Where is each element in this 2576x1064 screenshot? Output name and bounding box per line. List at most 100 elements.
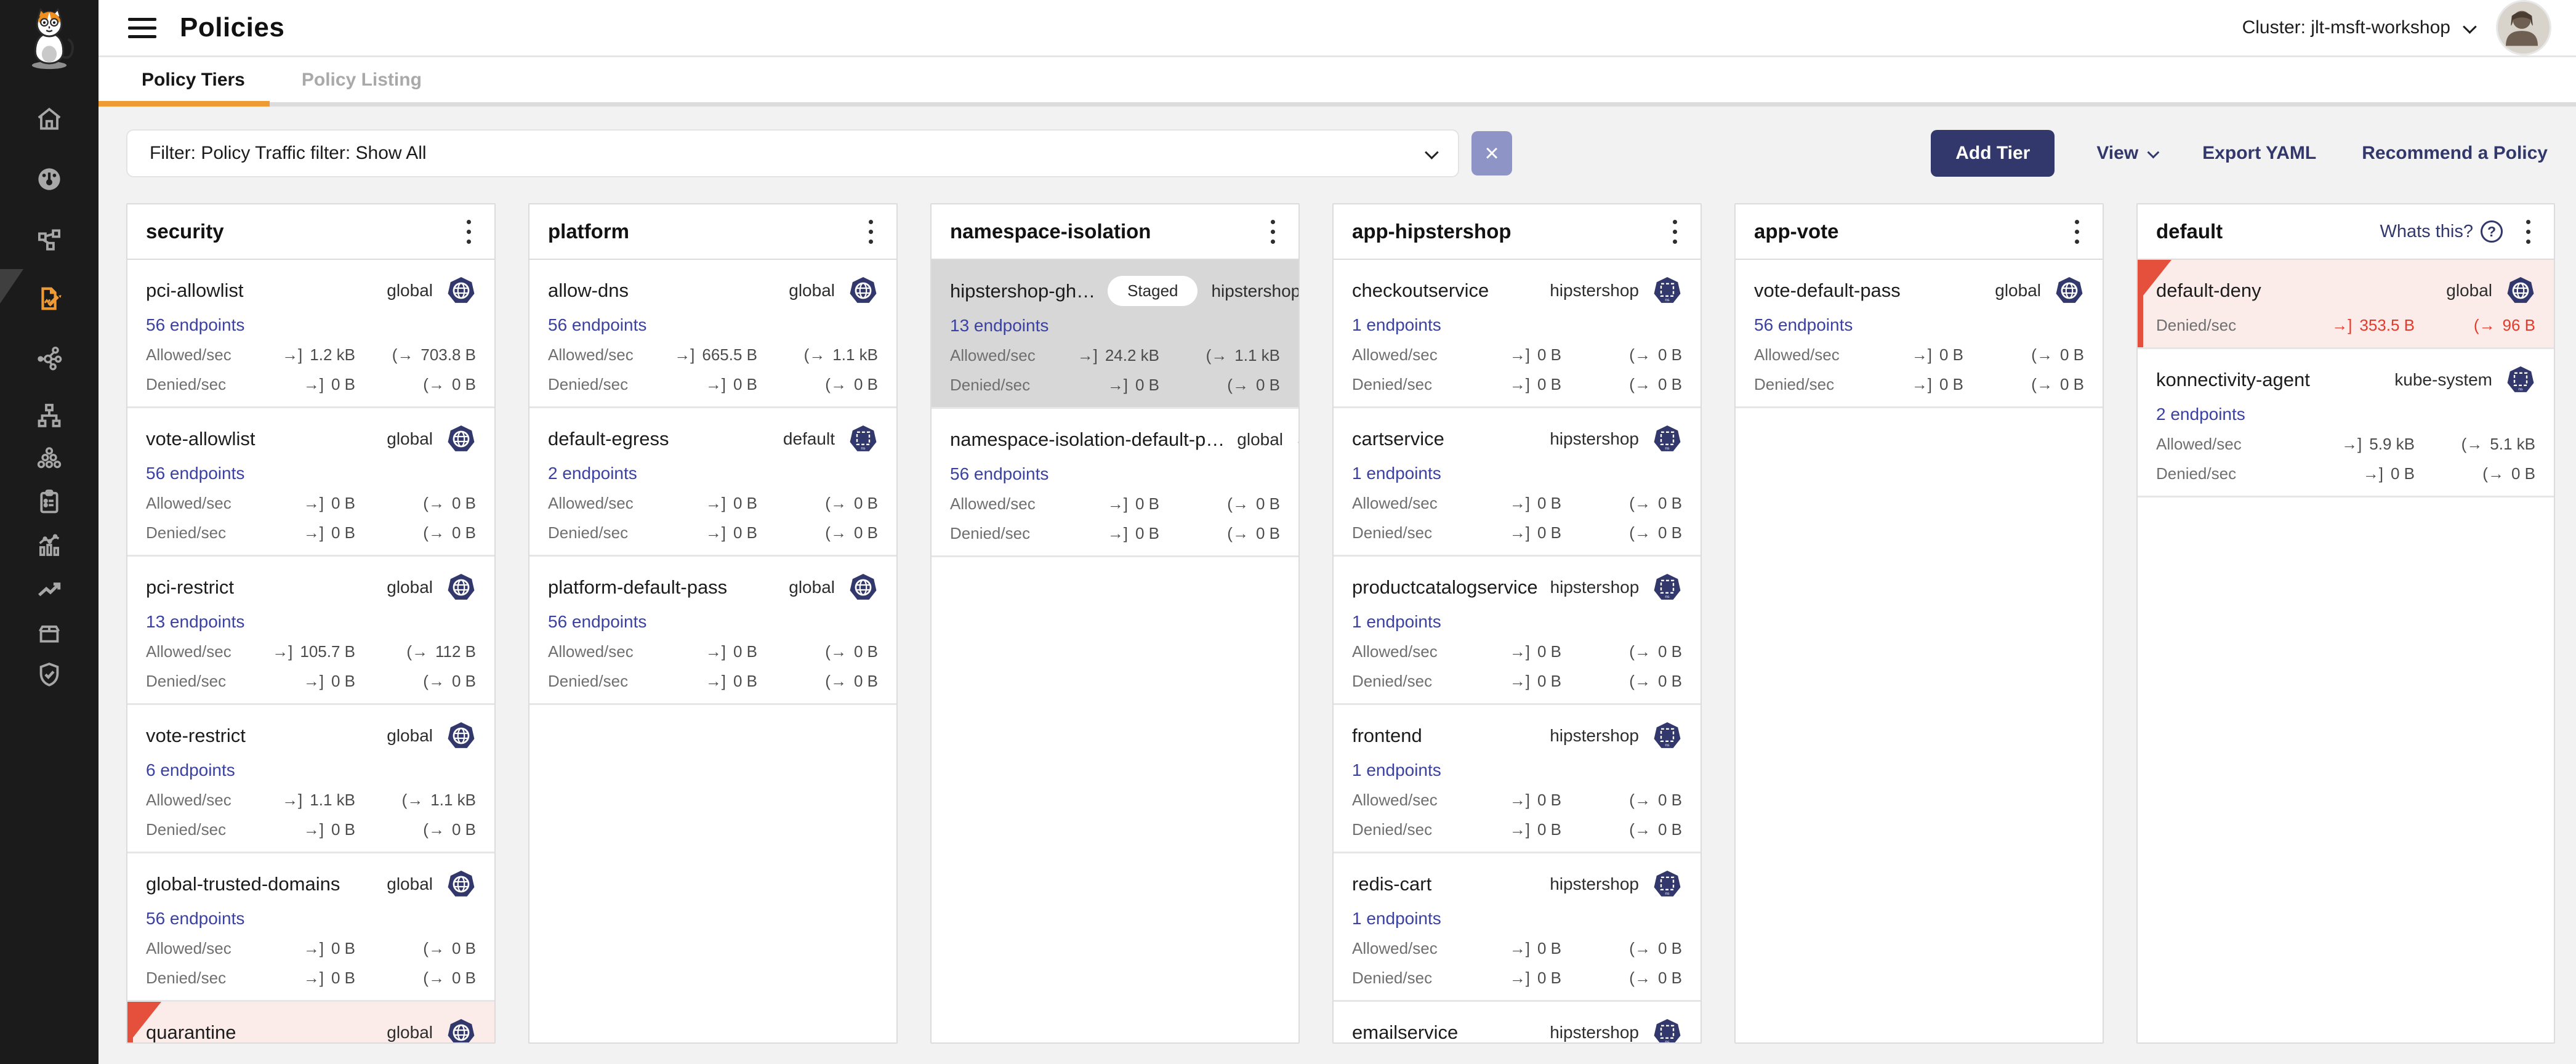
sidebar-item-trends[interactable] [0, 575, 99, 603]
policy-name: emailservice [1352, 1022, 1458, 1042]
sidebar-item-metrics[interactable] [0, 531, 99, 559]
policy-card[interactable]: redis-cart hipstershop 1 endpoints Allow… [1334, 853, 1701, 1002]
tier-menu-kebab-icon[interactable] [462, 214, 476, 250]
tab-policy-listing[interactable]: Policy Listing [286, 57, 438, 102]
tier-help-link[interactable]: Whats this? ? [2380, 220, 2503, 243]
ingress-value: 0 B [733, 523, 757, 542]
policy-card[interactable]: vote-default-pass global 56 endpoints Al… [1736, 260, 2103, 408]
sidebar-item-dashboard[interactable] [0, 165, 99, 193]
sidebar-item-home[interactable] [0, 105, 99, 133]
policy-card[interactable]: quarantine global 0 endpoints [127, 1002, 494, 1042]
egress-icon: (→ [825, 375, 847, 394]
sidebar-item-endpoints[interactable] [0, 445, 99, 473]
policy-card[interactable]: productcatalogservice hipstershop 1 endp… [1334, 557, 1701, 705]
metric-row: Allowed/sec→]0 B(→0 B [1754, 345, 2084, 365]
endpoints-link[interactable]: 56 endpoints [146, 909, 244, 929]
sidebar-item-compliance[interactable] [0, 488, 99, 516]
metric-label: Denied/sec [1352, 820, 1432, 839]
policy-card[interactable]: default-deny global Denied/sec→]353.5 B(… [2138, 260, 2554, 349]
policy-card[interactable]: pci-restrict global 13 endpoints Allowed… [127, 557, 494, 705]
endpoints-link[interactable]: 1 endpoints [1352, 612, 1441, 632]
endpoints-link[interactable]: 56 endpoints [146, 315, 244, 335]
tier-menu-kebab-icon[interactable] [1668, 214, 1682, 250]
policy-card[interactable]: allow-dns global 56 endpoints Allowed/se… [529, 260, 896, 408]
endpoints-link[interactable]: 56 endpoints [548, 612, 646, 632]
calico-cat-logo[interactable] [0, 0, 99, 74]
endpoints-link[interactable]: 1 endpoints [1352, 909, 1441, 929]
endpoints-link[interactable]: 2 endpoints [548, 464, 637, 483]
policy-card[interactable]: global-trusted-domains global 56 endpoin… [127, 853, 494, 1002]
tier-menu-kebab-icon[interactable] [1266, 214, 1280, 250]
sidebar-item-service-graph[interactable] [0, 225, 99, 254]
egress-value: 0 B [854, 672, 878, 691]
metric-label: Allowed/sec [1754, 345, 1840, 365]
ingress-value: 353.5 B [2359, 316, 2415, 335]
egress-value: 0 B [2060, 375, 2084, 394]
tab-policy-tiers[interactable]: Policy Tiers [126, 57, 261, 102]
policy-filter-dropdown[interactable]: Filter: Policy Traffic filter: Show All [126, 129, 1459, 177]
cluster-selector[interactable]: Cluster: jlt-msft-workshop [2242, 17, 2474, 38]
egress-value: 1.1 kB [430, 791, 476, 810]
sidebar-item-network[interactable] [0, 401, 99, 430]
endpoints-link[interactable]: 6 endpoints [146, 760, 235, 780]
recommend-policy-button[interactable]: Recommend a Policy [2358, 142, 2551, 164]
egress-value: 0 B [1658, 939, 1682, 958]
endpoints-link[interactable]: 13 endpoints [146, 612, 244, 632]
user-avatar[interactable] [2496, 0, 2551, 55]
policy-card[interactable]: namespace-isolation-default-p… global 56… [932, 409, 1298, 557]
endpoints-link[interactable]: 2 endpoints [2156, 405, 2245, 424]
policy-card[interactable]: hipstershop-gh… Staged hipstershop 13 en… [932, 260, 1298, 409]
policy-card[interactable]: cartservice hipstershop 1 endpoints Allo… [1334, 408, 1701, 557]
namespace-badge-icon [2506, 365, 2535, 395]
sidebar-item-threat-defense[interactable] [0, 660, 99, 688]
policy-card[interactable]: konnectivity-agent kube-system 2 endpoin… [2138, 349, 2554, 498]
view-dropdown-button[interactable]: View [2093, 142, 2160, 164]
namespace-badge-icon [1652, 1018, 1682, 1042]
policy-name: global-trusted-domains [146, 873, 340, 895]
tier-menu-kebab-icon[interactable] [2521, 214, 2535, 250]
metric-row: Denied/sec→]353.5 B(→96 B [2156, 316, 2535, 335]
tab-bar: Policy Tiers Policy Listing [99, 57, 2576, 107]
trend-arrow-icon [35, 575, 63, 603]
endpoints-link[interactable]: 13 endpoints [950, 316, 1049, 336]
hamburger-menu-icon[interactable] [128, 18, 156, 38]
endpoints-link[interactable]: 1 endpoints [1352, 464, 1441, 483]
endpoints-link[interactable]: 1 endpoints [1352, 760, 1441, 780]
policy-card[interactable]: checkoutservice hipstershop 1 endpoints … [1334, 260, 1701, 408]
service-graph-icon [35, 225, 63, 254]
add-tier-button[interactable]: Add Tier [1931, 130, 2055, 177]
policy-card[interactable]: emailservice hipstershop 1 endpoints All… [1334, 1002, 1701, 1042]
policy-name: redis-cart [1352, 873, 1431, 895]
global-badge-icon [446, 424, 476, 454]
egress-value: 0 B [452, 523, 476, 542]
policy-card[interactable]: frontend hipstershop 1 endpoints Allowed… [1334, 705, 1701, 853]
egress-value: 0 B [1256, 524, 1280, 543]
egress-icon: (→ [423, 939, 445, 958]
endpoints-link[interactable]: 1 endpoints [1352, 315, 1441, 335]
endpoints-link[interactable]: 56 endpoints [548, 315, 646, 335]
tier-menu-kebab-icon[interactable] [864, 214, 878, 250]
tier-menu-kebab-icon[interactable] [2070, 214, 2084, 250]
ingress-icon: →] [1510, 375, 1530, 394]
endpoints-link[interactable]: 56 endpoints [950, 464, 1049, 484]
endpoints-link[interactable]: 56 endpoints [1754, 315, 1853, 335]
ingress-icon: →] [1510, 523, 1530, 542]
policy-card[interactable]: pci-allowlist global 56 endpoints Allowe… [127, 260, 494, 408]
sidebar-item-image-assurance[interactable] [0, 618, 99, 647]
policy-card[interactable]: vote-restrict global 6 endpoints Allowed… [127, 705, 494, 853]
policy-scope-label: global [387, 578, 433, 597]
egress-value: 703.8 B [421, 345, 476, 365]
ingress-value: 1.2 kB [310, 345, 355, 365]
ingress-value: 0 B [733, 494, 757, 513]
tier-header: default Whats this? ? [2138, 204, 2554, 260]
sidebar-item-flow-visualizer[interactable] [0, 344, 99, 372]
clear-filter-button[interactable]: × [1471, 131, 1512, 175]
endpoints-link[interactable]: 56 endpoints [146, 464, 244, 483]
ingress-value: 0 B [331, 939, 355, 958]
export-yaml-button[interactable]: Export YAML [2199, 142, 2320, 164]
policy-card[interactable]: default-egress default 2 endpoints Allow… [529, 408, 896, 557]
policy-card[interactable]: platform-default-pass global 56 endpoint… [529, 557, 896, 705]
ingress-icon: →] [1510, 939, 1530, 958]
ingress-icon: →] [304, 375, 324, 394]
policy-card[interactable]: vote-allowlist global 56 endpoints Allow… [127, 408, 494, 557]
